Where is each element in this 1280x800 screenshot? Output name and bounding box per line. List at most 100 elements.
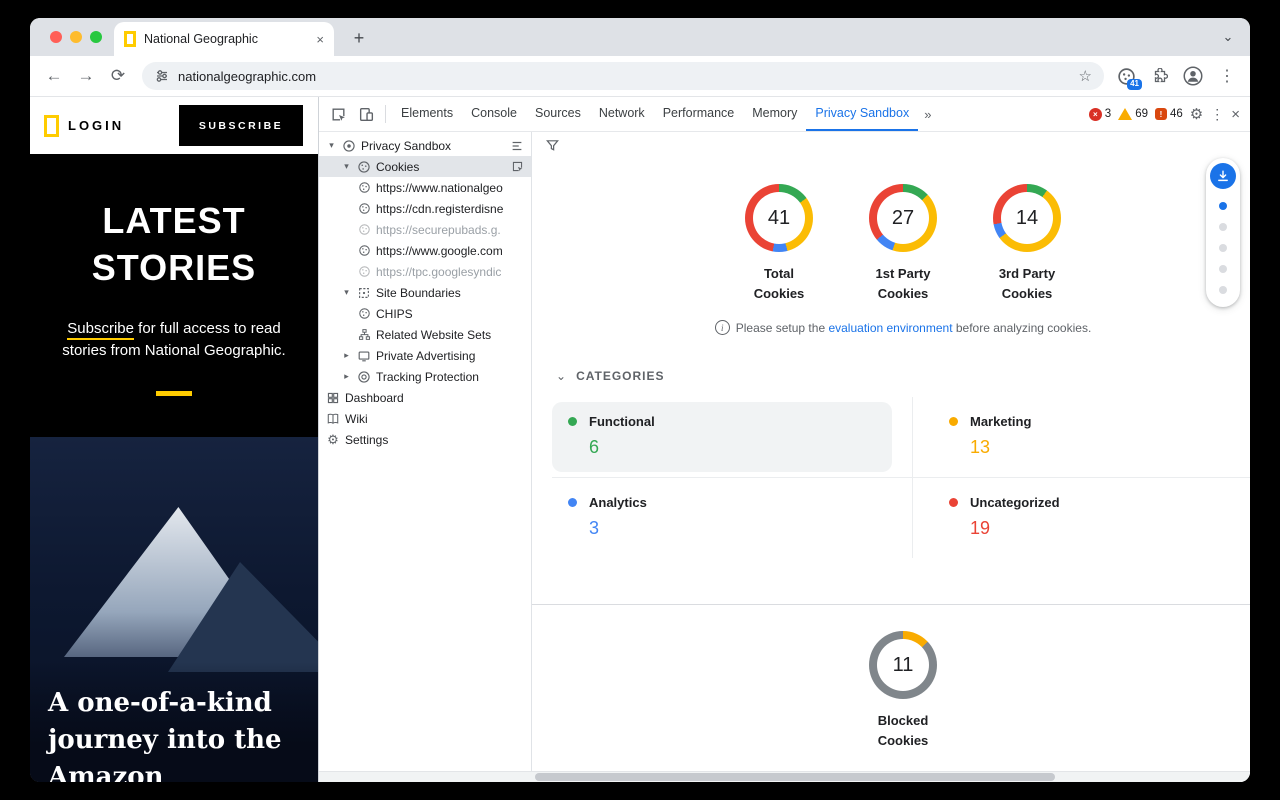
categories-section-header[interactable]: ⌄ CATEGORIES <box>556 369 1250 383</box>
tree-item-url-google[interactable]: https://www.google.com <box>319 240 531 261</box>
address-bar[interactable]: nationalgeographic.com ☆ <box>142 62 1104 90</box>
extensions-puzzle-icon[interactable] <box>1146 63 1172 89</box>
tree-item-private-advertising[interactable]: ▸ Private Advertising <box>319 345 531 366</box>
tab-elements[interactable]: Elements <box>392 97 462 131</box>
tab-search-chevron-icon[interactable]: ⌄ <box>1218 27 1238 47</box>
setup-info-message: i Please setup the evaluation environmen… <box>544 320 1250 335</box>
categories-grid: Functional 6 Marketing <box>552 397 1250 558</box>
tree-item-tracking-protection[interactable]: ▸ Tracking Protection <box>319 366 531 387</box>
reload-button[interactable]: ⟳ <box>104 62 132 90</box>
page-indicator-dot[interactable] <box>1219 202 1227 210</box>
settings-gear-icon: ⚙ <box>326 432 340 448</box>
devtools-close-icon[interactable]: × <box>1231 106 1240 123</box>
tree-item-privacy-sandbox[interactable]: ▾ Privacy Sandbox <box>319 135 531 156</box>
tree-item-url-registerdisney[interactable]: https://cdn.registerdisne <box>319 198 531 219</box>
profile-avatar-icon[interactable] <box>1180 63 1206 89</box>
tree-item-cookies[interactable]: ▾ Cookies <box>319 156 531 177</box>
tab-console[interactable]: Console <box>462 97 526 131</box>
browser-tab[interactable]: National Geographic × <box>114 22 334 56</box>
tab-memory[interactable]: Memory <box>743 97 806 131</box>
category-card-functional[interactable]: Functional 6 <box>552 397 912 478</box>
download-report-button[interactable] <box>1210 163 1236 189</box>
browser-menu-kebab-icon[interactable]: ⋮ <box>1214 63 1240 89</box>
category-card-analytics[interactable]: Analytics 3 <box>552 478 912 558</box>
tab-network[interactable]: Network <box>590 97 654 131</box>
first-party-cookies-value: 27 <box>892 207 914 230</box>
caret-down-icon[interactable]: ▾ <box>326 140 337 151</box>
cookie-icon <box>357 160 371 174</box>
login-link[interactable]: LOGIN <box>68 118 124 133</box>
evaluation-environment-link[interactable]: evaluation environment <box>828 321 952 335</box>
window-content: LOGIN SUBSCRIBE LATEST STORIES Subscribe… <box>30 97 1250 782</box>
tree-item-url-googlesyndication[interactable]: https://tpc.googlesyndic <box>319 261 531 282</box>
site-settings-icon[interactable] <box>154 68 170 84</box>
book-icon <box>326 412 340 426</box>
url-text: nationalgeographic.com <box>178 69 1071 84</box>
horizontal-scrollbar[interactable] <box>319 771 1250 782</box>
inspect-cookies-icon[interactable] <box>511 160 527 173</box>
page-indicator-dot[interactable] <box>1219 265 1227 273</box>
story-hero-image[interactable]: A one-of-a-kind journey into the Amazon <box>30 437 318 782</box>
privacy-sandbox-icon <box>342 139 356 153</box>
tab-privacy-sandbox[interactable]: Privacy Sandbox <box>806 97 918 131</box>
warning-count-badge[interactable]: 69 <box>1118 108 1148 120</box>
extension-badge: 41 <box>1127 79 1142 90</box>
tree-item-url-nationalgeographic[interactable]: https://www.nationalgeo <box>319 177 531 198</box>
tree-item-url-securepubads[interactable]: https://securepubads.g. <box>319 219 531 240</box>
bookmark-star-icon[interactable]: ☆ <box>1079 67 1092 85</box>
caret-right-icon[interactable]: ▸ <box>341 350 352 361</box>
tab-performance[interactable]: Performance <box>654 97 744 131</box>
cookie-icon <box>358 307 371 320</box>
category-name: Functional <box>589 414 655 429</box>
devtools-menu-kebab-icon[interactable]: ⋮ <box>1210 106 1224 123</box>
close-window-button[interactable] <box>50 31 62 43</box>
categories-title: CATEGORIES <box>576 369 664 383</box>
browser-window: National Geographic × + ⌄ ← → ⟳ national… <box>30 18 1250 782</box>
privacy-sandbox-extension-button[interactable]: 41 <box>1114 64 1138 88</box>
yellow-divider <box>156 391 192 396</box>
tracking-protection-icon <box>357 370 371 384</box>
tree-item-settings[interactable]: ⚙ Settings <box>319 429 531 450</box>
device-toolbar-icon[interactable] <box>353 101 379 127</box>
collapse-sidebar-icon[interactable] <box>510 139 527 153</box>
devtools-body: ▾ Privacy Sandbox <box>319 132 1250 771</box>
subscribe-link[interactable]: Subscribe <box>67 320 134 340</box>
zoom-window-button[interactable] <box>90 31 102 43</box>
minimize-window-button[interactable] <box>70 31 82 43</box>
issues-count-badge[interactable]: ! 46 <box>1155 108 1183 120</box>
tree-item-related-website-sets[interactable]: Related Website Sets <box>319 324 531 345</box>
error-count-badge[interactable]: × 3 <box>1089 108 1111 121</box>
tree-item-dashboard[interactable]: Dashboard <box>319 387 531 408</box>
more-tabs-icon[interactable]: » <box>918 97 937 131</box>
caret-right-icon[interactable]: ▸ <box>341 371 352 382</box>
natgeo-brand[interactable]: LOGIN <box>44 115 124 137</box>
category-card-uncategorized[interactable]: Uncategorized 19 <box>912 478 1250 558</box>
subscribe-button[interactable]: SUBSCRIBE <box>179 105 303 146</box>
category-name: Marketing <box>970 414 1031 429</box>
tree-item-site-boundaries[interactable]: ▾ Site Boundaries <box>319 282 531 303</box>
caret-down-icon[interactable]: ▾ <box>341 161 352 172</box>
page-indicator-dot[interactable] <box>1219 244 1227 252</box>
new-tab-button[interactable]: + <box>346 25 372 51</box>
category-card-marketing[interactable]: Marketing 13 <box>912 397 1250 478</box>
chevron-down-icon[interactable]: ⌄ <box>556 369 567 383</box>
tab-sources[interactable]: Sources <box>526 97 590 131</box>
page-indicator-dot[interactable] <box>1219 223 1227 231</box>
category-count: 19 <box>970 518 1214 539</box>
devtools-settings-gear-icon[interactable]: ⚙ <box>1190 105 1203 123</box>
filter-funnel-icon[interactable] <box>545 138 560 153</box>
devtools-status-icons: × 3 69 ! 46 ⚙ ⋮ × <box>1089 105 1244 123</box>
back-button[interactable]: ← <box>40 62 68 90</box>
forward-button[interactable]: → <box>72 62 100 90</box>
category-name: Analytics <box>589 495 647 510</box>
page-indicator-dot[interactable] <box>1219 286 1227 294</box>
tab-close-icon[interactable]: × <box>316 32 324 47</box>
story-title[interactable]: A one-of-a-kind journey into the Amazon <box>48 685 298 782</box>
caret-down-icon[interactable]: ▾ <box>341 287 352 298</box>
tab-title: National Geographic <box>144 32 308 46</box>
filter-bar <box>532 132 1250 158</box>
tree-item-wiki[interactable]: Wiki <box>319 408 531 429</box>
inspect-element-icon[interactable] <box>325 101 351 127</box>
tree-item-chips[interactable]: CHIPS <box>319 303 531 324</box>
scrollbar-thumb[interactable] <box>535 773 1055 781</box>
